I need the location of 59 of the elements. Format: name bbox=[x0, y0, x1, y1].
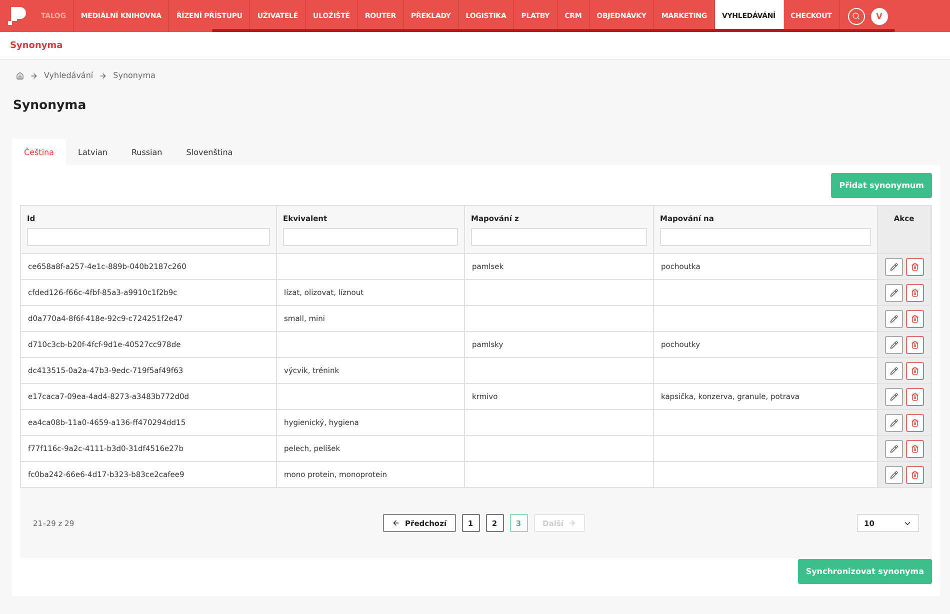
pencil-icon bbox=[890, 366, 898, 374]
pencil-icon bbox=[890, 470, 898, 478]
filter-input[interactable] bbox=[283, 228, 458, 246]
pencil-icon bbox=[890, 314, 898, 322]
pencil-icon bbox=[890, 392, 898, 400]
trash-icon bbox=[911, 470, 919, 478]
edit-button[interactable] bbox=[885, 258, 903, 276]
delete-button[interactable] bbox=[906, 336, 924, 354]
arrow-right-icon bbox=[568, 519, 576, 527]
trash-icon bbox=[911, 288, 919, 296]
trash-icon bbox=[911, 366, 919, 374]
search-button[interactable] bbox=[848, 8, 865, 24]
language-tab[interactable]: Čeština bbox=[12, 139, 66, 165]
edit-button[interactable] bbox=[885, 362, 903, 380]
edit-button[interactable] bbox=[885, 388, 903, 406]
edit-button[interactable] bbox=[885, 440, 903, 458]
language-tab[interactable]: Russian bbox=[119, 139, 174, 165]
breadcrumb-link[interactable]: Vyhledávání bbox=[44, 71, 94, 80]
sync-button[interactable]: Synchronizovat synonyma bbox=[798, 559, 932, 584]
language-tab[interactable]: Latvian bbox=[66, 139, 120, 165]
delete-button[interactable] bbox=[906, 284, 924, 302]
delete-button[interactable] bbox=[906, 362, 924, 380]
add-synonym-button[interactable]: Přidat synonymum bbox=[831, 173, 932, 198]
arrow-icon bbox=[30, 72, 38, 80]
edit-button[interactable] bbox=[885, 414, 903, 432]
trash-icon bbox=[911, 392, 919, 400]
home-icon[interactable] bbox=[16, 72, 24, 80]
trash-icon bbox=[911, 262, 919, 270]
filter-input[interactable] bbox=[27, 228, 270, 246]
arrow-icon bbox=[99, 72, 108, 80]
edit-button[interactable] bbox=[885, 310, 903, 328]
delete-button[interactable] bbox=[906, 466, 924, 484]
search-icon bbox=[852, 12, 860, 20]
pencil-icon bbox=[890, 262, 898, 270]
page-title: Synonyma bbox=[13, 97, 88, 114]
arrow-left-icon bbox=[392, 519, 400, 527]
scrollbar[interactable] bbox=[212, 29, 895, 32]
delete-button[interactable] bbox=[906, 388, 924, 406]
language-tab[interactable]: Slovenština bbox=[174, 139, 245, 165]
pencil-icon bbox=[890, 340, 898, 348]
trash-icon bbox=[911, 444, 919, 452]
delete-button[interactable] bbox=[906, 258, 924, 276]
trash-icon bbox=[911, 314, 919, 322]
pencil-icon bbox=[890, 288, 898, 296]
trash-icon bbox=[911, 418, 919, 426]
edit-button[interactable] bbox=[885, 466, 903, 484]
breadcrumb-link[interactable]: Synonyma bbox=[113, 71, 156, 80]
user-avatar[interactable]: V bbox=[870, 8, 888, 24]
trash-icon bbox=[911, 340, 919, 348]
delete-button[interactable] bbox=[906, 310, 924, 328]
edit-button[interactable] bbox=[885, 284, 903, 302]
delete-button[interactable] bbox=[906, 440, 924, 458]
pencil-icon bbox=[890, 444, 898, 452]
filter-input[interactable] bbox=[471, 228, 647, 246]
delete-button[interactable] bbox=[906, 414, 924, 432]
page-subheader: Synonyma bbox=[10, 40, 63, 50]
pencil-icon bbox=[890, 418, 898, 426]
edit-button[interactable] bbox=[885, 336, 903, 354]
filter-input[interactable] bbox=[660, 228, 871, 246]
